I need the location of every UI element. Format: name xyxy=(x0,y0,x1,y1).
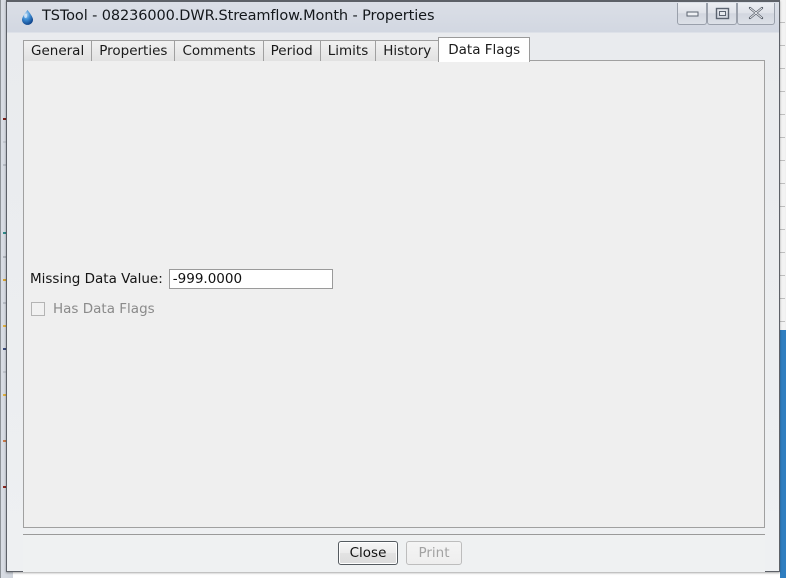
desktop-background: TSTool - 08236000.DWR.Streamflow.Month -… xyxy=(0,0,786,578)
missing-data-value-row: Missing Data Value: xyxy=(30,269,333,289)
has-data-flags-label: Has Data Flags xyxy=(53,301,155,317)
dialog-button-bar: Close Print xyxy=(23,534,765,572)
background-selection-highlight xyxy=(780,330,786,578)
title-bar[interactable]: TSTool - 08236000.DWR.Streamflow.Month -… xyxy=(7,2,779,33)
maximize-button[interactable] xyxy=(707,3,737,25)
tab-general[interactable]: General xyxy=(23,40,92,61)
properties-dialog-window: TSTool - 08236000.DWR.Streamflow.Month -… xyxy=(6,0,780,572)
tab-period[interactable]: Period xyxy=(262,40,320,61)
tab-strip: General Properties Comments Period Limit… xyxy=(23,37,531,62)
missing-data-value-input[interactable] xyxy=(168,269,333,289)
close-button[interactable]: Close xyxy=(338,541,398,565)
minimize-button[interactable] xyxy=(677,3,707,25)
tab-properties[interactable]: Properties xyxy=(91,40,175,61)
window-inner-surface: TSTool - 08236000.DWR.Streamflow.Month -… xyxy=(7,2,779,572)
print-button[interactable]: Print xyxy=(406,541,462,565)
tab-history[interactable]: History xyxy=(375,40,439,61)
background-list-rows xyxy=(780,0,785,330)
window-title: TSTool - 08236000.DWR.Streamflow.Month -… xyxy=(42,8,435,24)
has-data-flags-row[interactable]: Has Data Flags xyxy=(31,301,155,317)
has-data-flags-checkbox[interactable] xyxy=(31,302,45,316)
tab-data-flags[interactable]: Data Flags xyxy=(438,37,531,62)
tab-limits[interactable]: Limits xyxy=(319,40,376,61)
tab-comments[interactable]: Comments xyxy=(174,40,263,61)
data-flags-panel-surface: Missing Data Value: Has Data Flags xyxy=(24,61,764,527)
background-window-right-strip xyxy=(780,0,786,578)
data-flags-tab-panel: Missing Data Value: Has Data Flags xyxy=(23,60,765,528)
water-drop-icon xyxy=(19,9,36,26)
close-window-button[interactable] xyxy=(737,3,775,25)
missing-data-value-label: Missing Data Value: xyxy=(30,271,163,287)
